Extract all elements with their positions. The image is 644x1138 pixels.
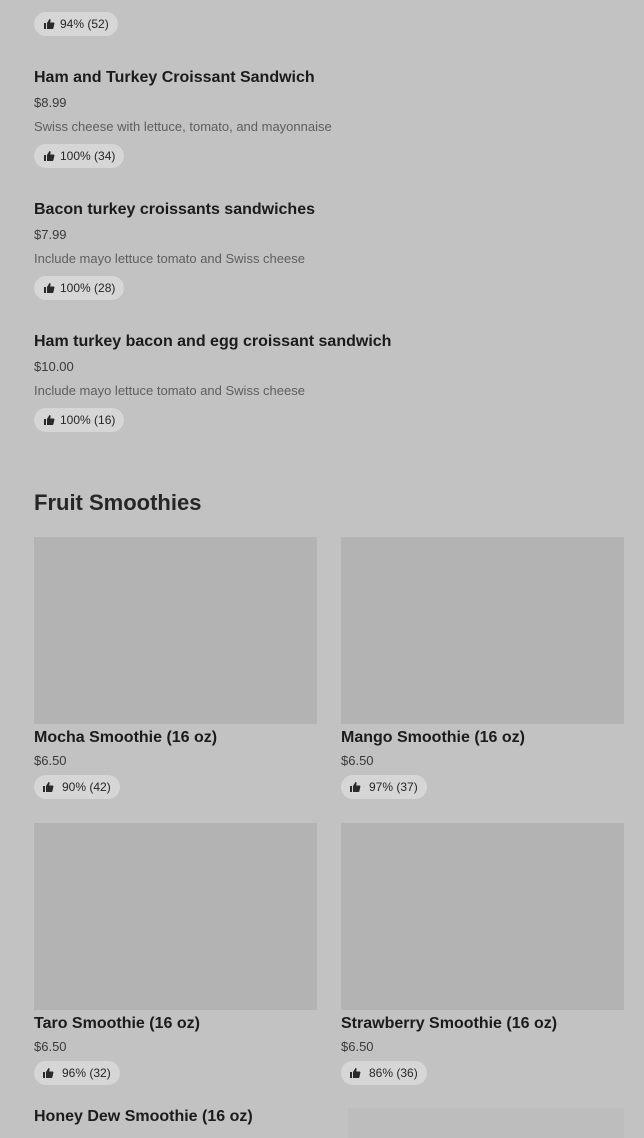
rating-badge: 90% (42) xyxy=(34,775,120,799)
product-image[interactable] xyxy=(34,537,317,724)
rating-badge: 100% (16) xyxy=(34,408,125,432)
rating-text: 100% (16) xyxy=(60,413,116,427)
thumbs-up-icon xyxy=(44,415,55,425)
product-image[interactable] xyxy=(341,823,624,1010)
rating-text: 86% (36) xyxy=(369,1066,418,1080)
thumbs-up-icon xyxy=(43,1068,54,1078)
card-title: Strawberry Smoothie (16 oz) xyxy=(341,1015,558,1032)
thumbs-up-icon xyxy=(44,283,55,293)
rating-text: 96% (32) xyxy=(62,1066,111,1080)
item-description: Include mayo lettuce tomato and Swiss ch… xyxy=(34,383,305,398)
item-title: Bacon turkey croissants sandwiches xyxy=(34,201,315,218)
card-price: $6.50 xyxy=(341,753,374,768)
thumbs-up-icon xyxy=(43,782,54,792)
product-image[interactable] xyxy=(34,823,317,1010)
rating-text: 94% (52) xyxy=(60,17,109,31)
rating-text: 97% (37) xyxy=(369,780,418,794)
card-title: Mango Smoothie (16 oz) xyxy=(341,729,525,746)
product-image[interactable] xyxy=(348,1108,624,1138)
thumbs-up-icon xyxy=(44,19,55,29)
item-description: Include mayo lettuce tomato and Swiss ch… xyxy=(34,251,305,266)
item-price: $8.99 xyxy=(34,95,67,110)
rating-badge: 100% (28) xyxy=(34,276,125,300)
thumbs-up-icon xyxy=(350,1068,361,1078)
section-title: Fruit Smoothies xyxy=(34,490,202,515)
item-description: Swiss cheese with lettuce, tomato, and m… xyxy=(34,119,332,134)
card-title: Mocha Smoothie (16 oz) xyxy=(34,729,218,746)
card-price: $6.50 xyxy=(341,1039,374,1054)
item-title: Ham and Turkey Croissant Sandwich xyxy=(34,69,315,86)
item-price: $7.99 xyxy=(34,227,67,242)
card-title: Taro Smoothie (16 oz) xyxy=(34,1015,200,1032)
card-price: $6.50 xyxy=(34,1039,67,1054)
thumbs-up-icon xyxy=(350,782,361,792)
rating-badge: 86% (36) xyxy=(341,1061,427,1085)
rating-badge: 96% (32) xyxy=(34,1061,120,1085)
card-title: Honey Dew Smoothie (16 oz) xyxy=(34,1108,253,1125)
product-image[interactable] xyxy=(341,537,624,724)
rating-badge: 97% (37) xyxy=(341,775,427,799)
thumbs-up-icon xyxy=(44,151,55,161)
card-price: $6.50 xyxy=(34,753,67,768)
item-price: $10.00 xyxy=(34,359,74,374)
rating-text: 100% (34) xyxy=(60,149,116,163)
rating-badge: 94% (52) xyxy=(34,12,118,36)
rating-badge: 100% (34) xyxy=(34,144,125,168)
rating-text: 100% (28) xyxy=(60,281,116,295)
item-title: Ham turkey bacon and egg croissant sandw… xyxy=(34,333,392,350)
rating-text: 90% (42) xyxy=(62,780,111,794)
